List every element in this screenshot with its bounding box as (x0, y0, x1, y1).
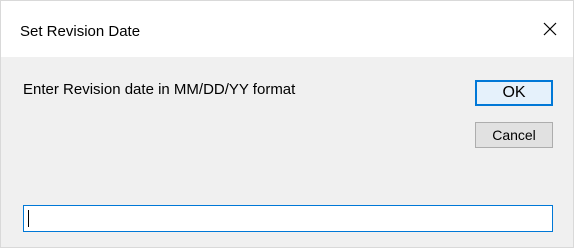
title-bar: Set Revision Date (1, 1, 573, 57)
dialog-body: Enter Revision date in MM/DD/YY format O… (1, 57, 573, 247)
revision-date-input[interactable] (23, 205, 553, 232)
close-button[interactable] (527, 1, 573, 57)
close-icon (543, 22, 557, 36)
dialog-window: Set Revision Date Enter Revision date in… (0, 0, 574, 248)
prompt-label: Enter Revision date in MM/DD/YY format (23, 81, 296, 98)
text-caret (28, 210, 29, 227)
window-title: Set Revision Date (20, 23, 141, 40)
ok-button[interactable]: OK (475, 80, 553, 106)
cancel-button[interactable]: Cancel (475, 122, 553, 148)
